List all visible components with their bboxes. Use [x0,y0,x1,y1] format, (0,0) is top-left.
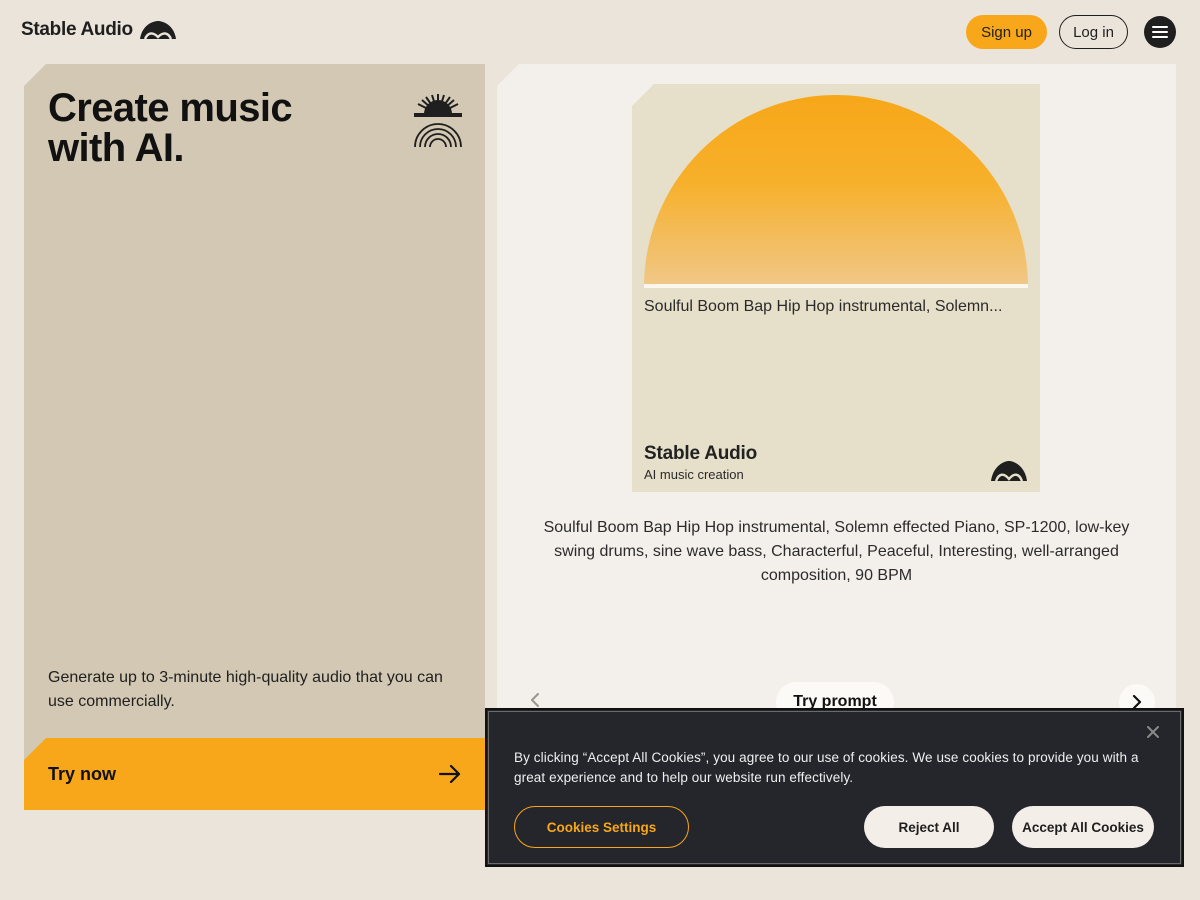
hero-title: Create music with AI. [48,86,293,170]
showcase-card: Soulful Boom Bap Hip Hop instrumental, S… [497,64,1176,810]
album-brand: Stable Audio [644,443,758,464]
reject-all-button[interactable]: Reject All [864,806,994,848]
chevron-left-icon [531,693,539,707]
stable-audio-logo-icon [991,461,1027,482]
cookie-banner: By clicking “Accept All Cookies”, you ag… [485,708,1184,867]
sign-up-button[interactable]: Sign up [966,15,1047,49]
album-artwork: Soulful Boom Bap Hip Hop instrumental, S… [632,84,1040,492]
arrow-right-icon [439,765,461,783]
menu-button[interactable] [1144,16,1176,48]
hamburger-menu-icon [1152,26,1168,38]
sunrise-rainbow-icon [414,94,462,148]
cookies-settings-button[interactable]: Cookies Settings [514,806,689,848]
try-now-label: Try now [48,763,117,784]
close-icon [1147,726,1159,738]
close-banner-button[interactable] [1141,720,1165,744]
stable-audio-logo-icon [139,21,176,40]
brand-logo[interactable]: Stable Audio [21,19,177,41]
try-now-button[interactable]: Try now [24,738,485,810]
log-in-button[interactable]: Log in [1059,15,1128,49]
chevron-right-icon [1132,695,1142,709]
accept-all-cookies-button[interactable]: Accept All Cookies [1012,806,1154,848]
prompt-description: Soulful Boom Bap Hip Hop instrumental, S… [543,519,1130,584]
album-subtitle: AI music creation [644,467,744,482]
cookie-banner-text: By clicking “Accept All Cookies”, you ag… [514,750,1139,785]
hero-card: Create music with AI. Generate up to 3-m… [24,64,485,810]
hero-description: Generate up to 3-minute high-quality aud… [48,669,443,710]
sun-graphic [644,95,1028,287]
brand-name: Stable Audio [21,19,133,40]
horizon-line [644,284,1028,288]
album-prompt-text: Soulful Boom Bap Hip Hop instrumental, S… [644,298,1003,315]
